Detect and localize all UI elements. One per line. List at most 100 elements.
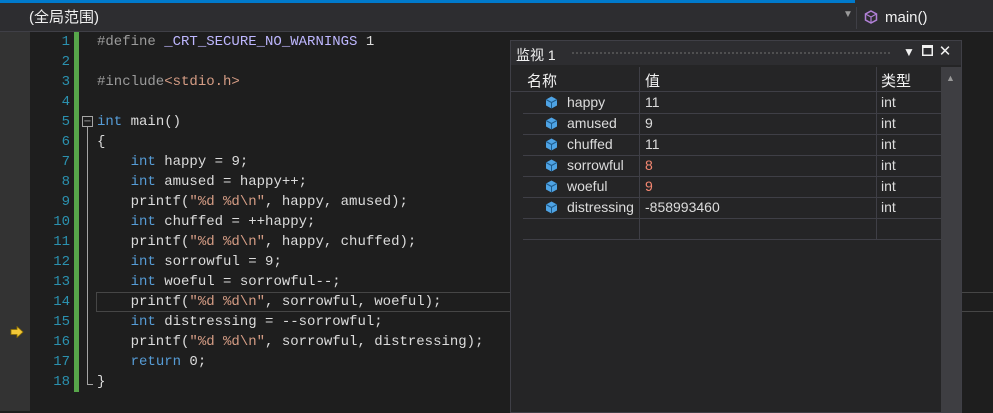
change-marker (74, 252, 79, 272)
scope-dropdown[interactable]: (全局范围) ▼ (0, 5, 856, 31)
code-text[interactable]: #include<stdio.h> (97, 72, 240, 92)
line-number: 8 (61, 174, 70, 190)
code-text[interactable]: printf("%d %d\n", sorrowful, woeful); (97, 292, 442, 312)
line-number: 4 (61, 94, 70, 110)
cube-icon (864, 10, 878, 24)
code-text[interactable]: int sorrowful = 9; (97, 252, 282, 272)
drag-grip[interactable] (571, 51, 891, 56)
watch-value[interactable]: 8 (645, 157, 653, 173)
watch-row[interactable]: woeful 9 int (523, 176, 941, 198)
line-number: 2 (61, 54, 70, 70)
watch-name[interactable]: sorrowful (567, 157, 624, 173)
watch-row[interactable]: sorrowful 8 int (523, 155, 941, 177)
watch-type: int (881, 157, 896, 173)
watch-name[interactable]: chuffed (567, 136, 613, 152)
variable-cube-icon (545, 138, 558, 151)
chevron-down-icon: ▼ (843, 9, 853, 20)
code-text[interactable]: int woeful = sorrowful--; (97, 272, 341, 292)
line-number: 10 (53, 214, 70, 230)
variable-cube-icon (545, 96, 558, 109)
code-text[interactable]: int main() (97, 112, 181, 132)
line-number: 17 (53, 354, 70, 370)
watch-title: 监视 1 (516, 47, 556, 63)
line-number: 15 (53, 314, 70, 330)
change-marker (74, 112, 79, 132)
navigation-bar: (全局范围) ▼ main() (0, 5, 993, 32)
watch-name[interactable]: woeful (567, 178, 607, 194)
line-number: 12 (53, 254, 70, 270)
watch-value[interactable]: 9 (645, 178, 653, 194)
add-watch-row[interactable] (523, 218, 941, 240)
change-marker (74, 232, 79, 252)
watch-name[interactable]: amused (567, 115, 617, 131)
code-text[interactable]: int amused = happy++; (97, 172, 307, 192)
change-marker (74, 152, 79, 172)
change-marker (74, 212, 79, 232)
scroll-up-icon[interactable]: ▲ (946, 73, 955, 83)
header-value[interactable]: 值 (645, 70, 660, 91)
fold-guide (87, 127, 88, 385)
watch-row[interactable]: amused 9 int (523, 113, 941, 135)
change-marker (74, 332, 79, 352)
code-text[interactable]: return 0; (97, 352, 207, 372)
header-type[interactable]: 类型 (881, 70, 911, 91)
maximize-icon[interactable] (919, 44, 935, 60)
line-number: 1 (61, 34, 70, 50)
line-number: 9 (61, 194, 70, 210)
line-number: 7 (61, 154, 70, 170)
code-text[interactable]: int distressing = --sorrowful; (97, 312, 383, 332)
code-text[interactable]: } (97, 372, 105, 392)
change-marker (74, 292, 79, 312)
change-marker (74, 72, 79, 92)
scope-label: (全局范围) (29, 9, 99, 26)
code-text[interactable]: int chuffed = ++happy; (97, 212, 316, 232)
watch-value[interactable]: -858993460 (645, 199, 720, 215)
variable-cube-icon (545, 159, 558, 172)
dropdown-icon[interactable]: ▼ (901, 44, 917, 60)
watch-value[interactable]: 11 (645, 136, 660, 152)
watch-name[interactable]: happy (567, 94, 605, 110)
watch-title-bar[interactable]: 监视 1 ▼ ✕ (511, 41, 961, 65)
header-name[interactable]: 名称 (527, 70, 557, 91)
watch-value[interactable]: 11 (645, 94, 660, 110)
line-number: 14 (53, 294, 70, 310)
line-number: 16 (53, 334, 70, 350)
watch-window: 监视 1 ▼ ✕ 名称 值 类型 happy 11 int amused 9 int chu… (510, 40, 962, 413)
collapse-toggle-icon[interactable]: − (82, 116, 93, 127)
watch-row[interactable]: chuffed 11 int (523, 134, 941, 156)
close-icon[interactable]: ✕ (937, 44, 953, 60)
code-text[interactable]: int happy = 9; (97, 152, 249, 172)
variable-cube-icon (545, 117, 558, 130)
watch-row[interactable]: happy 11 int (523, 92, 941, 114)
code-text[interactable]: { (97, 132, 105, 152)
change-marker (74, 172, 79, 192)
code-text[interactable]: printf("%d %d\n", sorrowful, distressing… (97, 332, 484, 352)
watch-type: int (881, 115, 896, 131)
change-marker (74, 92, 79, 112)
change-marker (74, 32, 79, 52)
code-text[interactable]: #define _CRT_SECURE_NO_WARNINGS 1 (97, 32, 374, 52)
vertical-scrollbar[interactable]: ▲ (941, 67, 961, 412)
code-text[interactable]: printf("%d %d\n", happy, chuffed); (97, 232, 417, 252)
line-number: 6 (61, 134, 70, 150)
watch-type: int (881, 136, 896, 152)
function-dropdown[interactable]: main() (857, 5, 993, 31)
watch-row[interactable]: distressing -858993460 int (523, 197, 941, 219)
line-number: 5 (61, 114, 70, 130)
change-marker (74, 312, 79, 332)
watch-type: int (881, 94, 896, 110)
variable-cube-icon (545, 201, 558, 214)
code-text[interactable]: printf("%d %d\n", happy, amused); (97, 192, 408, 212)
function-label: main() (885, 9, 928, 26)
line-number: 3 (61, 74, 70, 90)
change-marker (74, 352, 79, 372)
active-tab-accent (0, 0, 855, 3)
change-marker (74, 132, 79, 152)
watch-name[interactable]: distressing (567, 199, 634, 215)
change-marker (74, 272, 79, 292)
indicator-margin[interactable] (0, 32, 30, 411)
watch-type: int (881, 199, 896, 215)
fold-guide-end (87, 384, 93, 385)
line-number: 11 (53, 234, 70, 250)
watch-value[interactable]: 9 (645, 115, 653, 131)
